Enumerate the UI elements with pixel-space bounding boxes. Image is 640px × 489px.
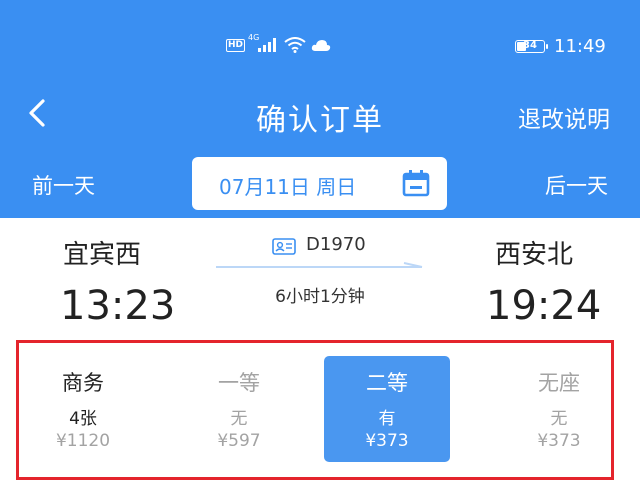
seat-price: ¥373 (365, 431, 409, 451)
seat-availability: 无 (230, 409, 248, 429)
status-time: 11:49 (554, 36, 606, 57)
status-bar: HD 4G 34 11:49 (0, 33, 640, 60)
seat-class: 二等 (366, 371, 408, 395)
arrival-time: 19:24 (486, 283, 602, 329)
seat-price: ¥373 (537, 431, 581, 451)
date-selector[interactable]: 07月11日 周日 (192, 157, 447, 210)
seat-option-first-class[interactable]: 一等 无 ¥597 (176, 356, 302, 462)
calendar-icon (402, 170, 430, 197)
train-number: D1970 (306, 234, 366, 255)
hd-icon: HD (226, 39, 246, 52)
seat-availability: 无 (550, 409, 568, 429)
selected-date: 07月11日 周日 (219, 175, 357, 199)
signal-icon (258, 38, 276, 52)
next-day-button[interactable]: 后一天 (545, 170, 608, 200)
seat-price: ¥597 (217, 431, 261, 451)
departure-station: 宜宾西 (63, 240, 142, 270)
prev-day-button[interactable]: 前一天 (32, 170, 95, 200)
seat-class: 商务 (62, 371, 104, 395)
seat-price: ¥1120 (55, 431, 111, 451)
cloud-icon (311, 40, 331, 51)
seat-option-second-class[interactable]: 二等 有 ¥373 (324, 356, 450, 462)
battery-icon: 34 (515, 40, 548, 53)
train-id-icon (272, 238, 296, 255)
route-arrow (216, 262, 423, 268)
refund-policy-link[interactable]: 退改说明 (518, 100, 610, 134)
seat-class: 无座 (538, 371, 580, 395)
wifi-icon (284, 37, 306, 53)
seat-class: 一等 (218, 371, 260, 395)
arrival-station: 西安北 (495, 240, 574, 270)
seat-availability: 4张 (69, 409, 97, 429)
seat-option-standing[interactable]: 无座 无 ¥373 (496, 356, 622, 462)
seat-option-business[interactable]: 商务 4张 ¥1120 (20, 356, 146, 462)
battery-level: 34 (523, 40, 537, 51)
seat-availability: 有 (378, 409, 396, 429)
